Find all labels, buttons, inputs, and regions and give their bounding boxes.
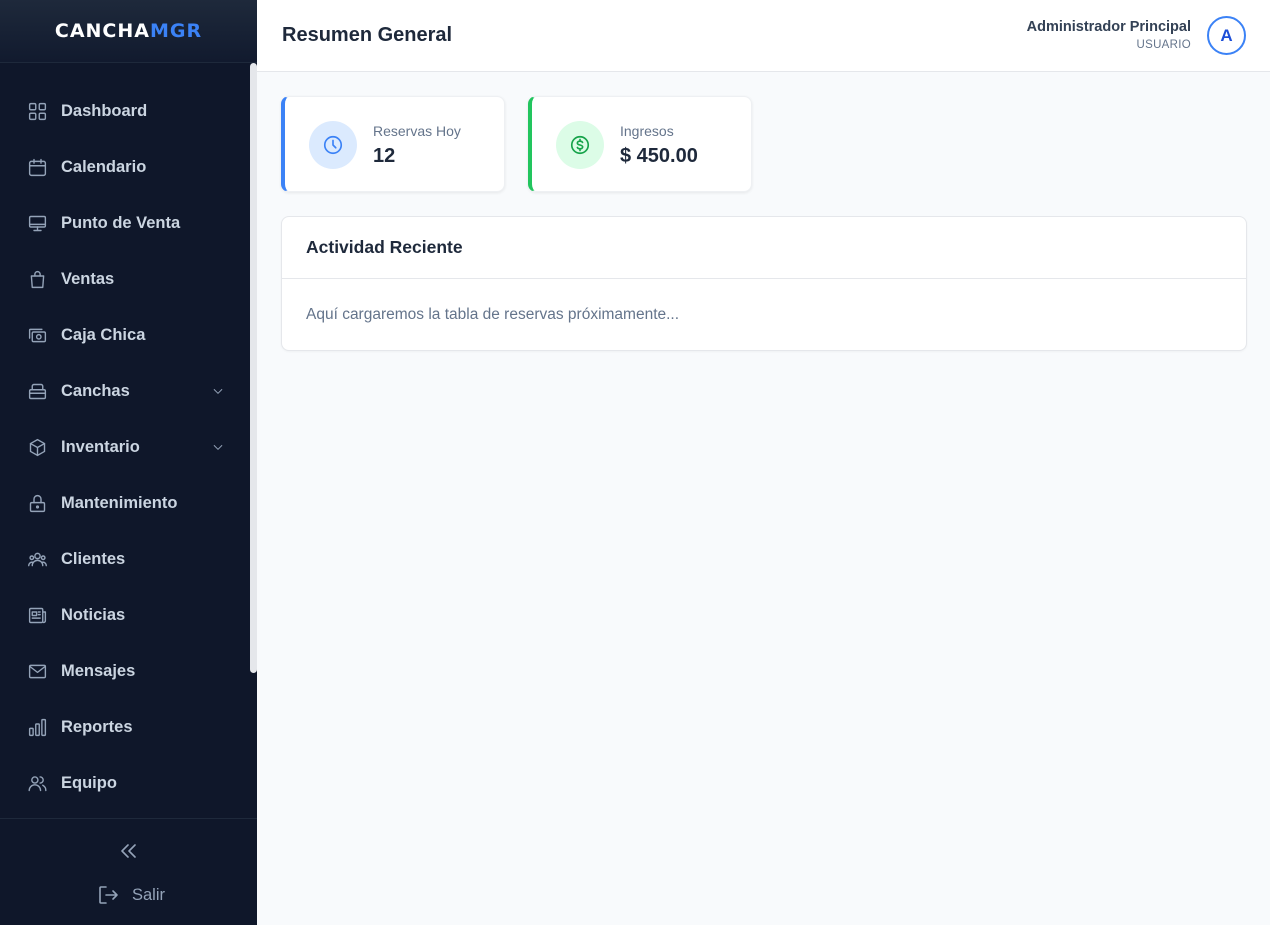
sidebar-item-label: Equipo [61,773,117,792]
panel-header: Actividad Reciente [282,217,1246,279]
sidebar-item-mantenimiento[interactable]: Mantenimiento [0,475,257,531]
sidebar-item-label: Punto de Venta [61,213,181,232]
sidebar-item-dashboard[interactable]: Dashboard [0,83,257,139]
box-icon [26,436,48,458]
team-icon [26,772,48,794]
sidebar-item-label: Dashboard [61,101,148,120]
sidebar-item-label: Mensajes [61,661,136,680]
user-name: Administrador Principal [1026,19,1191,35]
sidebar-footer: Salir [0,818,257,925]
sidebar-item-label: Caja Chica [61,325,146,344]
sidebar-item-calendario[interactable]: Calendario [0,139,257,195]
sidebar-item-ventas[interactable]: Ventas [0,251,257,307]
sidebar-item-label: Mantenimiento [61,493,178,512]
stat-value: 12 [373,145,396,167]
sidebar-item-mensajes[interactable]: Mensajes [0,643,257,699]
sidebar-item-canchas[interactable]: Canchas [0,363,257,419]
stat-card-reservas: Reservas Hoy 12 [281,96,505,192]
sidebar-item-label: Canchas [61,381,130,400]
clock-icon [309,121,357,169]
stat-card-ingresos: Ingresos $ 450.00 [528,96,752,192]
sidebar-item-clientes[interactable]: Clientes [0,531,257,587]
sidebar-item-label: Ventas [61,269,115,288]
bar-chart-icon [26,716,48,738]
user-role: USUARIO [1136,39,1191,51]
lock-icon [26,492,48,514]
collapse-sidebar-button[interactable] [116,839,140,863]
activity-placeholder: Aquí cargaremos la tabla de reservas pró… [306,306,680,323]
sidebar-item-inventario[interactable]: Inventario [0,419,257,475]
sidebar-item-label: Noticias [61,605,126,624]
sidebar-item-caja-chica[interactable]: Caja Chica [0,307,257,363]
dollar-icon [556,121,604,169]
logout-label: Salir [132,885,166,904]
page-title: Resumen General [282,24,453,46]
logout-icon [99,886,118,904]
stat-title: Ingresos [620,123,674,139]
grid-icon [26,100,48,122]
cash-icon [26,324,48,346]
sidebar-item-label: Reportes [61,717,133,736]
brand-logo[interactable]: CANCHA MGR [0,0,257,63]
sidebar-scrollbar[interactable] [250,63,257,673]
newspaper-icon [26,604,48,626]
brand-logo-part2: MGR [149,20,203,42]
avatar[interactable]: A [1207,16,1246,55]
sidebar-item-equipo[interactable]: Equipo [0,755,257,811]
users-icon [26,548,48,570]
shopping-bag-icon [26,268,48,290]
calendar-icon [26,156,48,178]
chevron-down-icon[interactable] [211,440,225,454]
court-icon [26,380,48,402]
sidebar-item-label: Calendario [61,157,147,176]
monitor-icon [26,212,48,234]
double-chevron-left-icon [121,844,136,858]
chevron-down-icon[interactable] [211,384,225,398]
recent-activity-panel: Actividad Reciente Aquí cargaremos la ta… [281,216,1247,351]
sidebar-item-noticias[interactable]: Noticias [0,587,257,643]
stat-title: Reservas Hoy [373,123,461,139]
sidebar-item-label: Clientes [61,549,126,568]
sidebar: CANCHA MGR Dashboard Calendario Punto de … [0,0,257,925]
sidebar-nav: Dashboard Calendario Punto de Venta Vent… [0,83,257,811]
sidebar-item-reportes[interactable]: Reportes [0,699,257,755]
stat-value: $ 450.00 [620,145,698,167]
top-header: Resumen General Administrador Principal … [257,0,1270,72]
mail-icon [26,660,48,682]
brand-logo-part1: CANCHA [54,20,150,42]
sidebar-item-label: Inventario [61,437,140,456]
panel-title: Actividad Reciente [306,237,463,257]
sidebar-item-punto-de-venta[interactable]: Punto de Venta [0,195,257,251]
logout-button[interactable]: Salir [96,883,165,907]
